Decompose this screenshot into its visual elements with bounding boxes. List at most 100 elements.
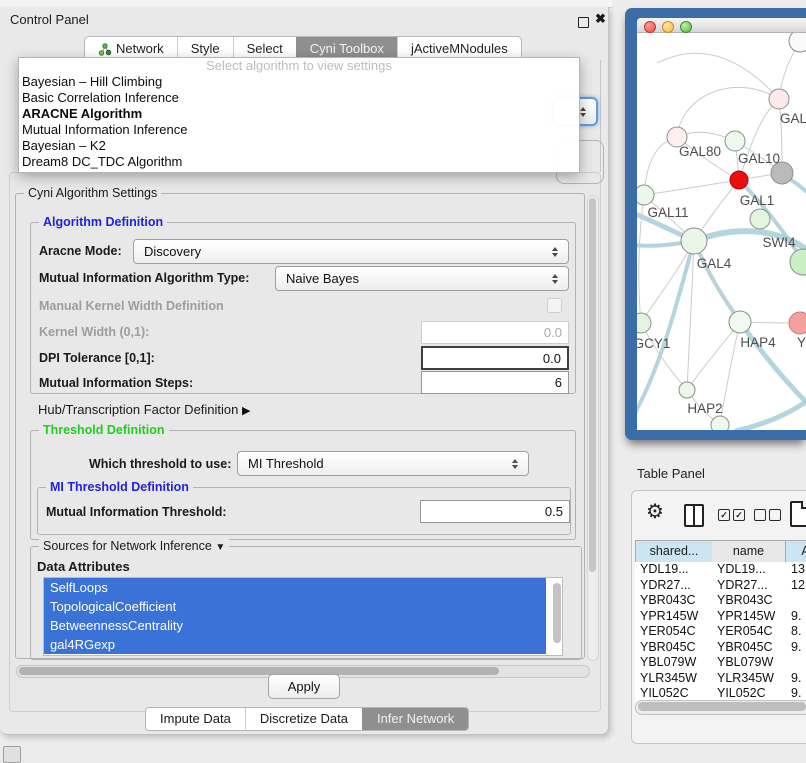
table-row[interactable]: YPR145WYPR145W9. [635,609,806,625]
attribute-item[interactable]: SelfLoops [44,578,546,597]
node-label: GAL1 [740,193,775,208]
network-edge [687,322,740,390]
network-node-gal10[interactable] [725,131,745,151]
table-cell: YDR27... [712,578,786,594]
table-row[interactable]: YER054CYER054C8. [635,624,806,640]
hub-definition-expander[interactable]: Hub/Transcription Factor Definition ▶ [38,402,250,417]
column-header[interactable]: A [786,540,806,563]
network-node-hap4[interactable] [729,311,751,333]
algorithm-option[interactable]: ARACNE Algorithm [19,106,579,122]
table-row[interactable]: YBR045CYBR045C9. [635,640,806,656]
network-edge [735,401,806,430]
column-header[interactable]: shared... [635,540,713,563]
network-node[interactable] [789,33,806,52]
collapsed-panel-icon[interactable] [3,746,21,763]
close-traffic-light-icon[interactable] [644,21,656,33]
data-attributes-list: SelfLoopsTopologicalCoefficientBetweenne… [43,577,563,656]
table-horizontal-scrollbar[interactable] [635,700,806,715]
collapse-down-icon[interactable]: ▼ [215,542,225,553]
which-threshold-label: Which threshold to use: [89,457,231,471]
network-node-swi4[interactable] [750,209,770,229]
scrollbar-thumb[interactable] [589,198,596,572]
algorithm-option[interactable]: Bayesian – K2 [19,138,579,154]
node-label: GAL80 [679,144,721,159]
network-node-gal1[interactable] [730,171,748,189]
zoom-traffic-light-icon[interactable] [680,21,692,33]
table-cell: 8. [786,624,806,640]
table-row[interactable]: YDL19...YDL19...13 [635,562,806,578]
algorithm-option[interactable]: Basic Correlation Inference [19,90,579,106]
scrollbar-thumb[interactable] [19,667,499,675]
network-graph-canvas[interactable]: GALGAL80GAL10GAL1GAL11SWI4GAL4GCY1HAP4YH… [637,33,806,430]
gear-icon[interactable]: ⚙ [646,502,664,522]
bottom-tab-bar: Impute DataDiscretize DataInfer Network [145,707,469,731]
mi-steps-field[interactable]: 6 [421,371,569,394]
manual-kernel-checkbox[interactable] [547,298,562,313]
mi-threshold-group-title: MI Threshold Definition [46,480,193,494]
mi-type-select[interactable]: Naive Bayes [275,266,569,291]
algorithm-option[interactable]: Mutual Information Inference [19,122,579,138]
column-header[interactable]: name [712,540,786,563]
list-scrollbar[interactable] [553,581,561,651]
network-window-titlebar[interactable] [637,18,806,33]
checked-checkbox-icon[interactable]: ✓ [733,509,745,521]
bottom-tab-discretize-data[interactable]: Discretize Data [245,708,362,730]
table-cell: YBL079W [635,655,712,671]
table-cell: 9. [786,671,806,687]
network-node-gcy1[interactable] [637,313,651,333]
network-node-gal4[interactable] [681,228,707,254]
aracne-mode-select[interactable]: Discovery [133,239,569,264]
dpi-tolerance-field[interactable]: 0.0 [421,346,569,370]
network-view-window: GALGAL80GAL10GAL1GAL11SWI4GAL4GCY1HAP4YH… [637,18,806,430]
close-icon[interactable]: ✖ [595,11,606,27]
checked-checkbox-icon[interactable]: ✓ [718,509,730,521]
table-cell: YPR145W [712,609,786,625]
table-row[interactable]: YDR27...YDR27...12 [635,578,806,594]
scrollbar-thumb[interactable] [638,702,806,711]
apply-button[interactable]: Apply [268,674,340,699]
network-edge [677,87,779,137]
table-cell: 13 [786,562,806,578]
combo-stepper-icon [546,247,568,257]
cyni-algorithm-settings-group: Cyni Algorithm Settings Algorithm Defini… [15,193,585,659]
table-cell: 9. [786,609,806,625]
dropdown-prompt: Select algorithm to view settings [19,58,579,74]
float-window-icon[interactable] [578,17,589,28]
combo-stepper-icon [506,459,528,469]
mi-threshold-field[interactable]: 0.5 [420,500,570,523]
network-node[interactable] [790,249,806,275]
sources-group: Sources for Network Inference ▼ Data Att… [30,546,582,660]
attribute-item[interactable]: gal4RGexp [44,635,546,654]
algorithm-option[interactable]: Dream8 DC_TDC Algorithm [19,154,579,170]
network-edge [644,180,739,195]
kernel-width-field[interactable]: 0.0 [421,321,569,344]
network-view-frame[interactable]: GALGAL80GAL10GAL1GAL11SWI4GAL4GCY1HAP4YH… [625,8,806,440]
table-cell: YPR145W [635,609,712,625]
vertical-scrollbar[interactable] [587,195,599,661]
unchecked-checkbox-icon[interactable] [754,509,766,521]
table-cell: 9. [786,640,806,656]
table-row[interactable]: YBR043CYBR043C [635,593,806,609]
bottom-tab-infer-network[interactable]: Infer Network [362,708,468,730]
attribute-item[interactable]: BetweennessCentrality [44,616,546,635]
unchecked-checkbox-icon[interactable] [769,509,781,521]
table-row[interactable]: YLR345WYLR345W9. [635,671,806,687]
bottom-tab-impute-data[interactable]: Impute Data [146,708,245,730]
minimize-traffic-light-icon[interactable] [662,21,674,33]
algorithm-option[interactable]: Bayesian – Hill Climbing [19,74,579,90]
attribute-item[interactable]: TopologicalCoefficient [44,597,546,616]
threshold-definition-title: Threshold Definition [39,423,169,437]
scrollbar-thumb[interactable] [553,583,561,643]
node-label: Y [797,335,806,350]
network-node[interactable] [711,416,729,430]
page-icon[interactable] [790,501,806,527]
network-node-y[interactable] [789,312,806,334]
network-node-gal11[interactable] [637,185,654,205]
dpi-tolerance-label: DPI Tolerance [0,1]: [39,351,155,365]
which-threshold-select[interactable]: MI Threshold [237,451,529,476]
network-node-hap2[interactable] [679,382,695,398]
network-node-gal[interactable] [769,89,789,109]
table-row[interactable]: YBL079WYBL079W [635,655,806,671]
split-columns-icon[interactable] [684,504,704,527]
algorithm-definition-title: Algorithm Definition [39,215,167,229]
